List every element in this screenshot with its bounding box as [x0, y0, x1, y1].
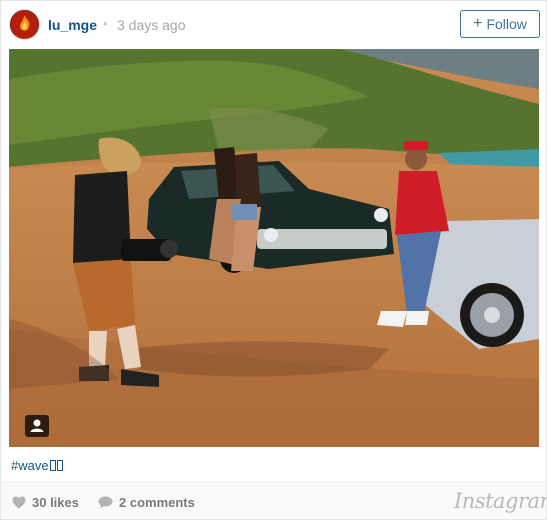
user-tag-icon[interactable] [25, 415, 49, 437]
post-photo[interactable] [9, 49, 539, 447]
unrendered-glyph-icon [49, 460, 56, 471]
embed-card: lu_mge • 3 days ago + Follow #wave 30 li… [0, 0, 547, 520]
avatar[interactable] [9, 9, 40, 40]
likes-count[interactable]: 30 likes [12, 495, 79, 510]
comments-count[interactable]: 2 comments [98, 495, 195, 510]
username-link[interactable]: lu_mge [48, 17, 97, 33]
likes-label: 30 likes [32, 495, 79, 510]
post-caption[interactable]: #wave [11, 458, 63, 473]
photo-scene [9, 49, 539, 447]
separator-dot: • [103, 17, 108, 31]
instagram-logo[interactable]: Instagram [454, 489, 547, 513]
comments-label: 2 comments [119, 495, 195, 510]
heart-icon [12, 496, 26, 509]
follow-label: Follow [486, 16, 527, 32]
flame-avatar-icon [10, 10, 39, 39]
unrendered-glyph-icon [56, 460, 63, 471]
comment-icon [98, 496, 113, 509]
plus-icon: + [473, 15, 483, 32]
caption-hashtag[interactable]: #wave [11, 458, 49, 473]
follow-button[interactable]: + Follow [460, 10, 540, 38]
post-timestamp[interactable]: 3 days ago [117, 17, 186, 33]
post-footer: 30 likes 2 comments Instagram [1, 482, 547, 519]
post-header: lu_mge • 3 days ago + Follow [1, 1, 546, 49]
